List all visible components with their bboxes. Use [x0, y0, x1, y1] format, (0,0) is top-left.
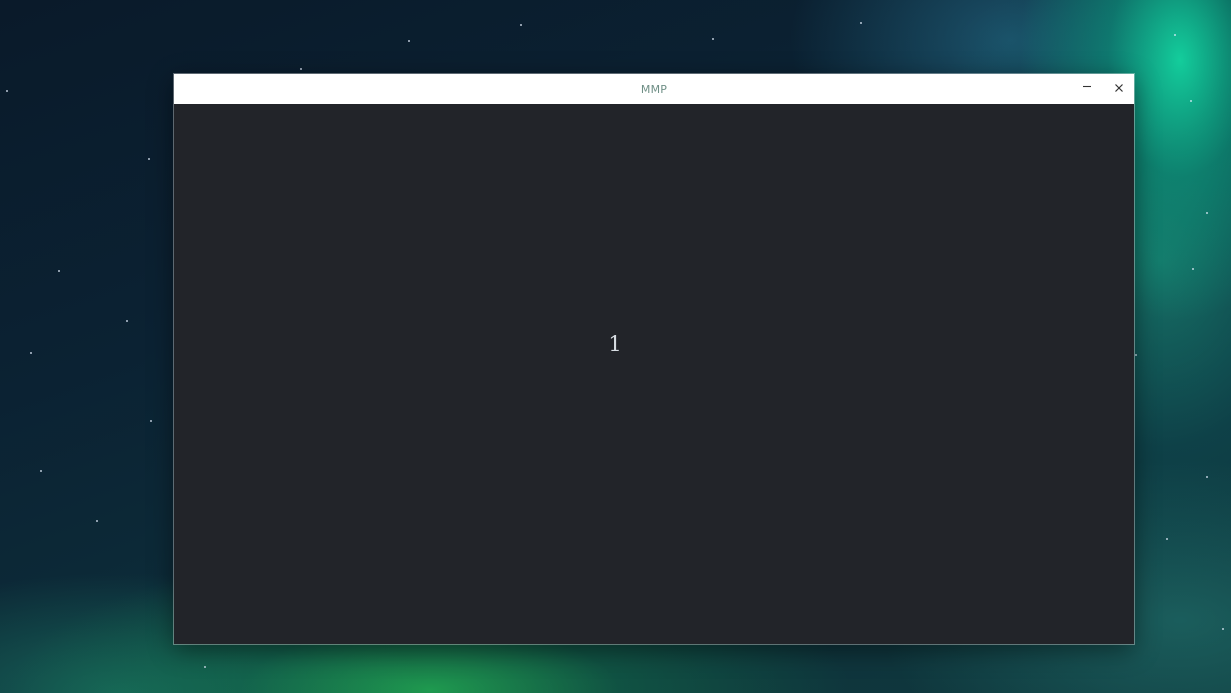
- window-content: 1: [174, 104, 1134, 644]
- star: [1166, 538, 1168, 540]
- window-title: MMP: [640, 83, 668, 96]
- star: [30, 352, 32, 354]
- star: [520, 24, 522, 26]
- minimize-button[interactable]: [1076, 78, 1098, 100]
- star: [300, 68, 302, 70]
- star: [126, 320, 128, 322]
- star: [860, 22, 862, 24]
- counter-value: 1: [608, 332, 622, 356]
- star: [1206, 476, 1208, 478]
- star: [204, 666, 206, 668]
- star: [40, 470, 42, 472]
- star: [1222, 628, 1224, 630]
- star: [150, 420, 152, 422]
- star: [1174, 34, 1176, 36]
- star: [1206, 212, 1208, 214]
- star: [6, 90, 8, 92]
- minimize-icon: [1076, 83, 1098, 93]
- star: [1135, 354, 1137, 356]
- app-window: MMP 1: [174, 74, 1134, 644]
- star: [148, 158, 150, 160]
- star: [58, 270, 60, 272]
- star: [96, 520, 98, 522]
- star: [1190, 100, 1192, 102]
- star: [712, 38, 714, 40]
- star: [408, 40, 410, 42]
- window-titlebar[interactable]: MMP: [174, 74, 1134, 104]
- close-icon: [1108, 83, 1130, 93]
- close-button[interactable]: [1108, 78, 1130, 100]
- star: [1192, 268, 1194, 270]
